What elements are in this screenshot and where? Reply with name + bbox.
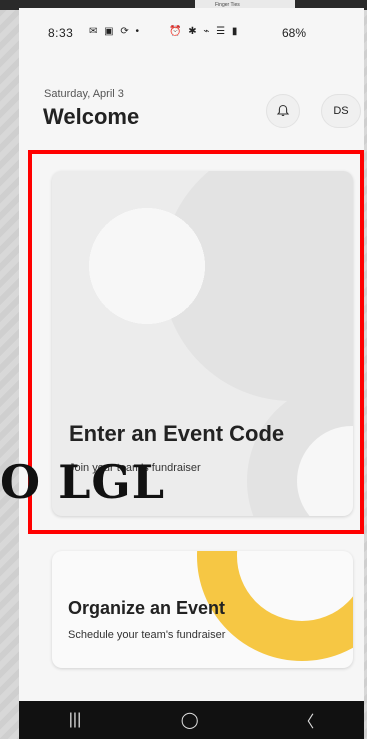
overlay-caption: O LGL xyxy=(0,455,166,509)
home-button[interactable]: ◯ xyxy=(181,710,199,730)
avatar-initials: DS xyxy=(333,105,349,117)
bell-icon xyxy=(276,104,290,116)
page-title: Welcome xyxy=(43,104,140,129)
notifications-button[interactable] xyxy=(266,94,300,128)
status-left-icons: ✉ ▣ ⟳ • xyxy=(89,26,142,37)
avatar-button[interactable]: DS xyxy=(321,94,361,128)
status-time: 8:33 xyxy=(48,26,74,40)
date-label: Saturday, April 3 xyxy=(44,88,124,100)
status-battery: 68% xyxy=(281,26,306,40)
organize-event-title: Organize an Event xyxy=(68,598,226,618)
back-button[interactable]: 〈 xyxy=(298,708,314,732)
recent-apps-button[interactable]: ||| xyxy=(69,711,81,729)
organize-event-card[interactable]: Organize an Event Schedule your team's f… xyxy=(52,551,353,668)
status-right-icons: ⏰ ✱ ⌁ ☰ ▮ xyxy=(169,26,240,37)
enter-event-code-title: Enter an Event Code xyxy=(69,421,285,446)
status-bar: 8:33 ✉ ▣ ⟳ • ⏰ ✱ ⌁ ☰ ▮ 68% xyxy=(19,8,364,48)
organize-event-subtitle: Schedule your team's fundraiser xyxy=(68,629,226,641)
system-nav-bar: ||| ◯ 〈 xyxy=(19,701,364,739)
